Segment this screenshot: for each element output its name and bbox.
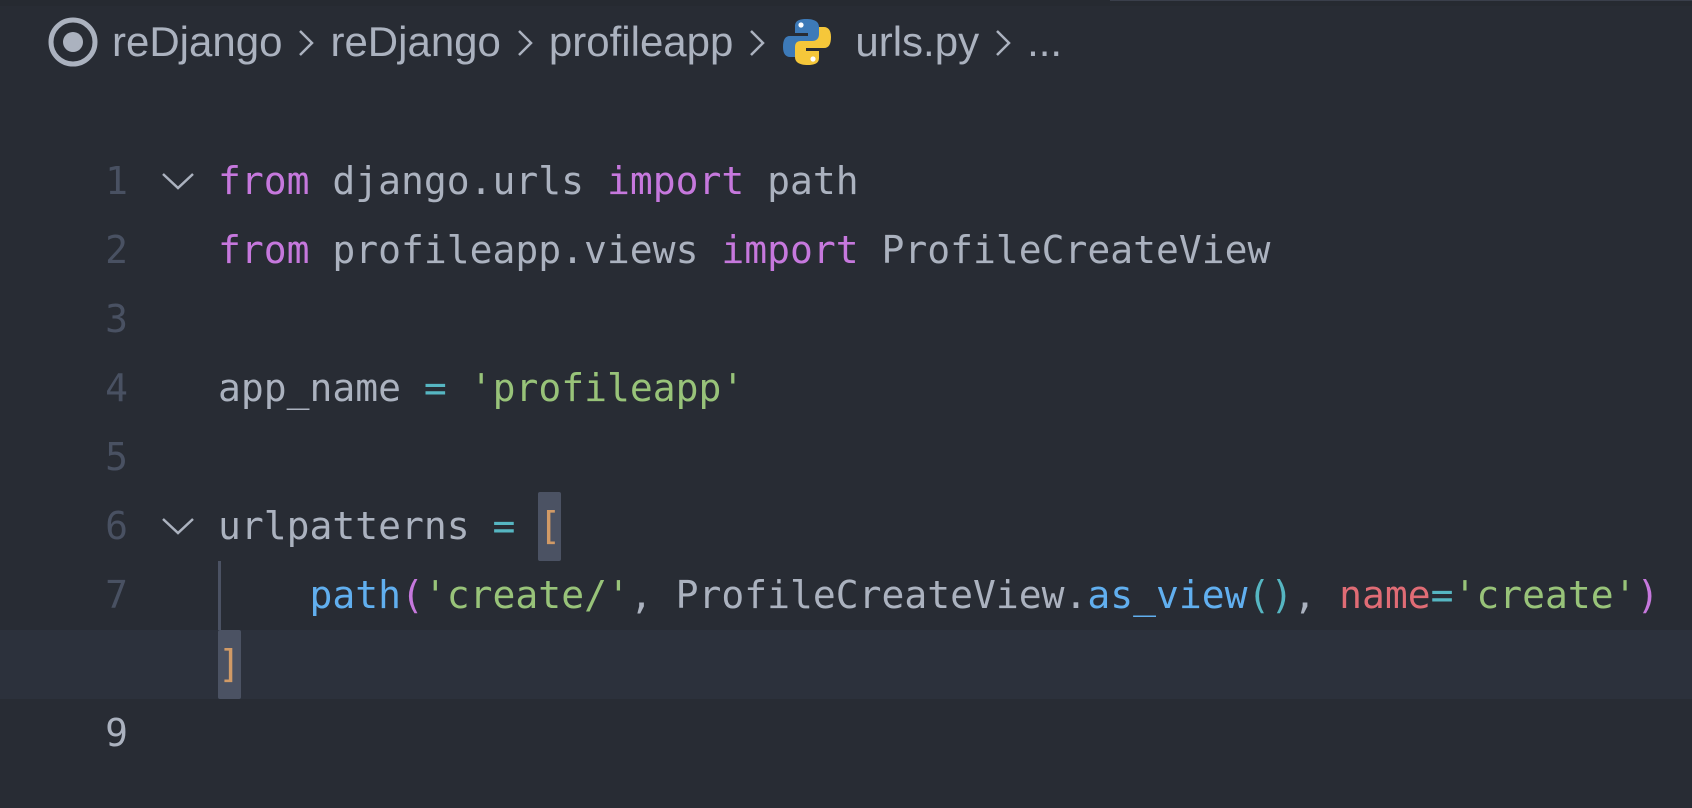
identifier-token: app_name: [218, 366, 424, 410]
top-strip: [0, 0, 1692, 6]
paren-token: ): [1636, 573, 1660, 617]
chevron-down-icon[interactable]: [160, 147, 196, 216]
bracket-match-highlight: [: [538, 492, 562, 561]
paren-token: (): [1247, 573, 1294, 617]
function-token: path: [309, 573, 402, 617]
chevron-right-icon: [296, 12, 316, 72]
code-text: path('create/', ProfileCreateView.as_vie…: [218, 561, 1660, 630]
code-text: urlpatterns = [: [218, 492, 562, 561]
breadcrumb-item-profileapp[interactable]: profileapp: [549, 18, 733, 66]
keyword-token: from: [218, 228, 310, 272]
module-token: profileapp.views: [309, 228, 722, 272]
keyword-token: from: [218, 159, 310, 203]
keyword-token: import: [721, 228, 859, 272]
string-token: 'profileapp': [469, 366, 745, 410]
code-text: from profileapp.views import ProfileCrea…: [218, 216, 1270, 285]
identifier-token: , ProfileCreateView.: [629, 573, 1088, 617]
chevron-right-icon: [993, 12, 1013, 72]
code-line[interactable]: 3 from profileapp.views import ProfileCr…: [0, 216, 1692, 341]
identifier-token: ProfileCreateView: [858, 228, 1271, 272]
code-line[interactable]: 6: [0, 423, 1692, 548]
tab-border: [1110, 0, 1692, 1]
bracket-match-highlight: ]: [218, 630, 241, 699]
code-line[interactable]: 1: [0, 78, 1692, 203]
chevron-right-icon: [515, 12, 535, 72]
paren-token: (: [401, 573, 424, 617]
module-token: django.urls: [309, 159, 607, 203]
code-editor[interactable]: 1 2 from django.urls import path 3 from …: [0, 78, 1692, 755]
comma-token: ,: [1293, 573, 1340, 617]
string-token: 'create': [1453, 573, 1637, 617]
breadcrumb-item-more[interactable]: ...: [1027, 18, 1062, 66]
keyword-token: import: [606, 159, 745, 203]
line-number: 9: [105, 711, 128, 755]
python-icon: [781, 16, 833, 68]
chevron-right-icon: [747, 12, 767, 72]
parameter-token: name: [1339, 573, 1431, 617]
indent-token: [218, 573, 310, 617]
string-token: 'create/': [423, 573, 630, 617]
code-line[interactable]: 4: [0, 285, 1692, 410]
chevron-down-icon[interactable]: [160, 492, 196, 561]
breadcrumb-item-urls-py[interactable]: urls.py: [855, 18, 979, 66]
code-text: from django.urls import path: [218, 147, 859, 216]
identifier-token: urlpatterns: [218, 504, 493, 548]
code-text: app_name = 'profileapp': [218, 354, 744, 423]
breadcrumb-item-redjango-root[interactable]: reDjango: [112, 18, 282, 66]
code-line[interactable]: 8 path('create/', ProfileCreateView.as_v…: [0, 561, 1692, 686]
operator-token: =: [423, 366, 447, 410]
code-text: ]: [218, 630, 241, 699]
breadcrumb: reDjango reDjango profileapp urls.py ...: [46, 12, 1062, 72]
code-line[interactable]: 2 from django.urls import path: [0, 147, 1692, 272]
code-line[interactable]: 5 app_name = 'profileapp': [0, 354, 1692, 479]
identifier-token: path: [744, 159, 859, 203]
operator-token: =: [492, 504, 516, 548]
breadcrumb-item-redjango[interactable]: reDjango: [330, 18, 500, 66]
code-line[interactable]: 7 urlpatterns = [: [0, 492, 1692, 617]
target-circle-icon[interactable]: [46, 15, 100, 69]
method-token: as_view: [1087, 573, 1248, 617]
code-line-current[interactable]: 9 ]: [0, 630, 1692, 755]
operator-token: =: [1430, 573, 1454, 617]
